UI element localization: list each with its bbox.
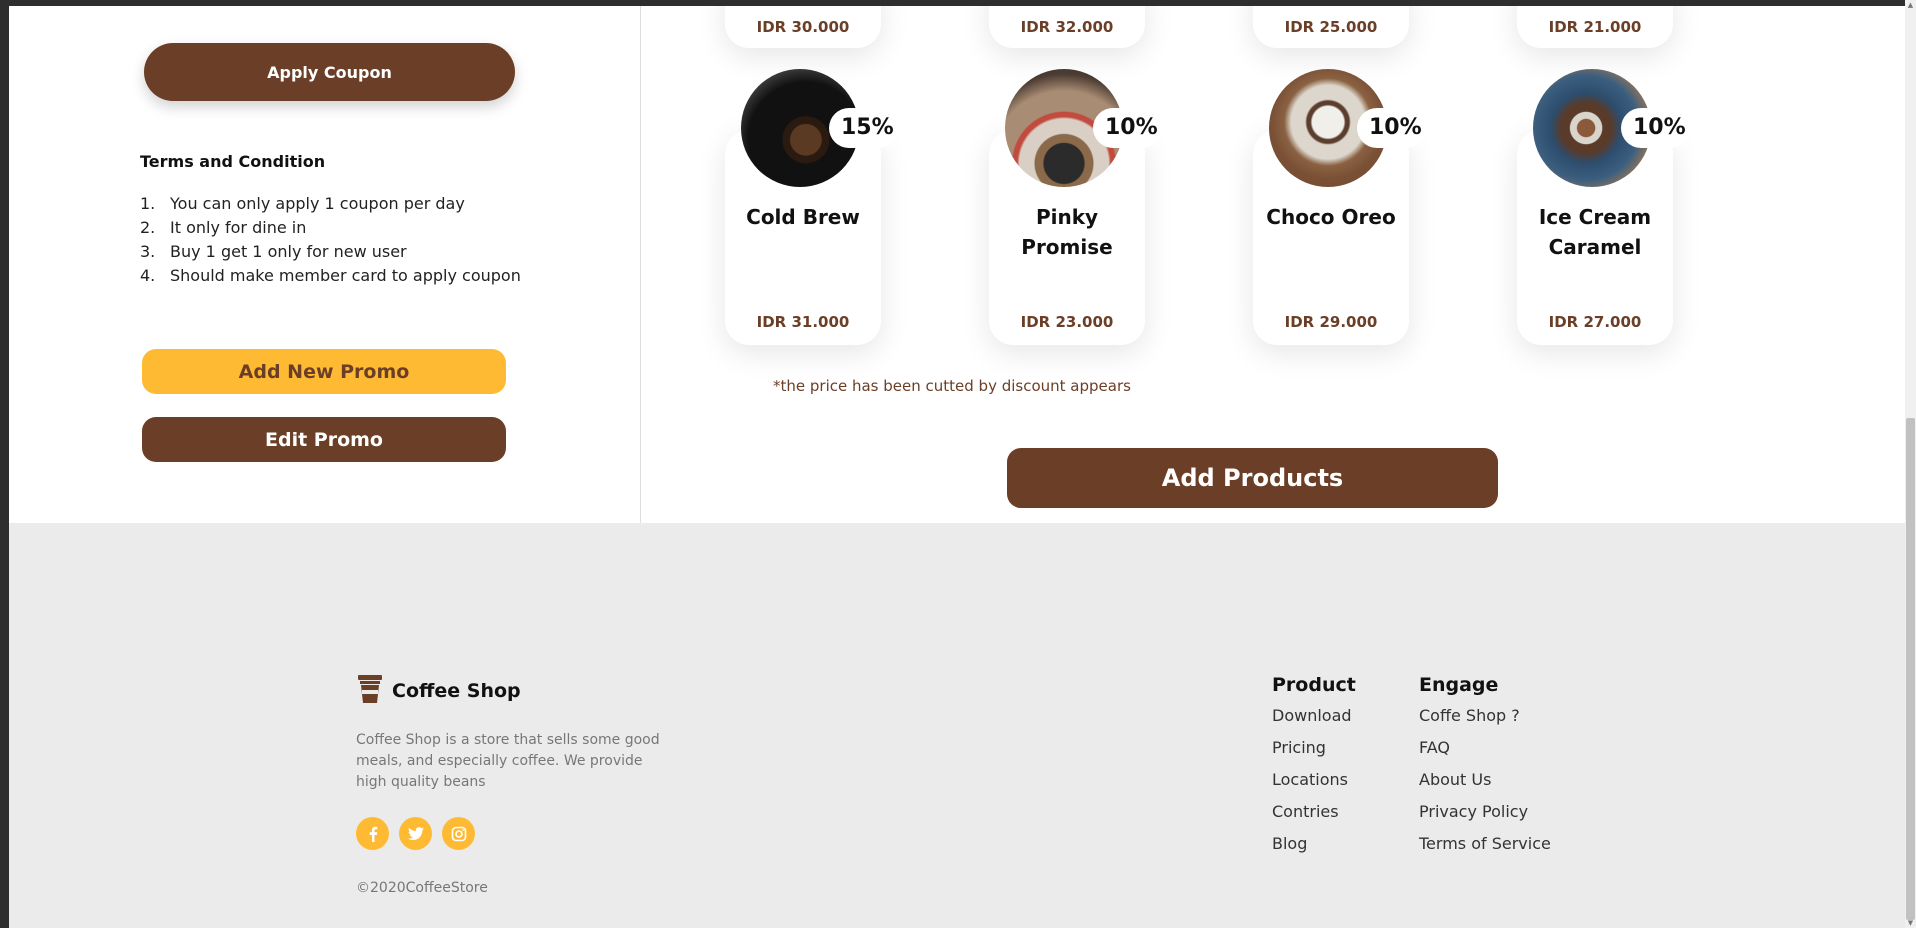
terms-title: Terms and Condition: [140, 152, 326, 171]
add-new-promo-button[interactable]: Add New Promo: [142, 349, 506, 394]
footer-description: Coffee Shop is a store that sells some g…: [356, 732, 660, 790]
footer-link-faq[interactable]: FAQ: [1419, 738, 1551, 770]
scroll-up-arrow-icon[interactable]: ▲: [1905, 0, 1916, 10]
product-price: IDR 32.000: [1020, 18, 1114, 36]
footer-link-about-us[interactable]: About Us: [1419, 770, 1551, 802]
page: Apply Coupon Terms and Condition 1. You c…: [9, 6, 1905, 928]
scroll-down-arrow-icon[interactable]: ▼: [1905, 918, 1916, 928]
terms-list: 1. You can only apply 1 coupon per day 2.…: [140, 192, 521, 288]
add-products-button[interactable]: Add Products: [1007, 448, 1498, 508]
product-price: IDR 21.000: [1548, 18, 1642, 36]
footer-link-coffe-shop[interactable]: Coffe Shop ?: [1419, 706, 1551, 738]
product-name: Ice Cream Caramel: [1538, 205, 1652, 259]
social-links: [356, 817, 485, 850]
apply-coupon-button[interactable]: Apply Coupon: [144, 43, 515, 101]
footer-link-pricing[interactable]: Pricing: [1272, 738, 1356, 770]
footer-brand[interactable]: Coffee Shop: [356, 674, 521, 708]
product-price: IDR 29.000: [1284, 313, 1378, 331]
terms-item: 1. You can only apply 1 coupon per day: [140, 194, 465, 213]
product-card[interactable]: IDR 21.000: [1517, 6, 1673, 48]
footer-link-blog[interactable]: Blog: [1272, 834, 1356, 866]
discount-badge: 10%: [1357, 108, 1426, 148]
product-price: IDR 30.000: [756, 18, 850, 36]
discount-badge: 15%: [829, 108, 898, 148]
product-price: IDR 23.000: [1020, 313, 1114, 331]
footer-brand-name: Coffee Shop: [392, 680, 521, 702]
facebook-icon[interactable]: [356, 817, 389, 850]
product-card[interactable]: IDR 32.000: [989, 6, 1145, 48]
footer-link-download[interactable]: Download: [1272, 706, 1356, 738]
twitter-icon[interactable]: [399, 817, 432, 850]
footer-product-column: Product Download Pricing Locations Contr…: [1272, 674, 1356, 866]
scrollbar-thumb[interactable]: [1906, 418, 1915, 920]
footer-engage-title: Engage: [1419, 674, 1499, 696]
footer-link-contries[interactable]: Contries: [1272, 802, 1356, 834]
product-name: Pinky Promise: [1021, 205, 1113, 259]
footer-link-locations[interactable]: Locations: [1272, 770, 1356, 802]
product-name: Choco Oreo: [1266, 205, 1396, 229]
footer-engage-column: Engage Coffe Shop ? FAQ About Us Privacy…: [1419, 674, 1551, 866]
product-card[interactable]: IDR 25.000: [1253, 6, 1409, 48]
copyright: ©2020CoffeeStore: [356, 880, 488, 896]
discount-badge: 10%: [1621, 108, 1690, 148]
footer-link-terms-of-service[interactable]: Terms of Service: [1419, 834, 1551, 866]
terms-item: 3. Buy 1 get 1 only for new user: [140, 242, 407, 261]
footer-product-title: Product: [1272, 674, 1356, 696]
terms-item: 2. It only for dine in: [140, 218, 307, 237]
product-price: IDR 31.000: [756, 313, 850, 331]
discount-badge: 10%: [1093, 108, 1162, 148]
product-price: IDR 25.000: [1284, 18, 1378, 36]
coffee-cup-icon: [356, 674, 384, 708]
product-card[interactable]: IDR 30.000: [725, 6, 881, 48]
product-price: IDR 27.000: [1548, 313, 1642, 331]
product-name: Cold Brew: [746, 205, 860, 229]
footer: Coffee Shop Coffee Shop is a store that …: [9, 523, 1905, 928]
browser-viewport: Apply Coupon Terms and Condition 1. You c…: [0, 0, 1916, 928]
edit-promo-button[interactable]: Edit Promo: [142, 417, 506, 462]
instagram-icon[interactable]: [442, 817, 475, 850]
discount-note: *the price has been cutted by discount a…: [773, 377, 1131, 395]
coupon-panel: Apply Coupon Terms and Condition 1. You c…: [9, 6, 641, 523]
terms-item: 4. Should make member card to apply coupo…: [140, 266, 521, 285]
footer-link-privacy-policy[interactable]: Privacy Policy: [1419, 802, 1551, 834]
